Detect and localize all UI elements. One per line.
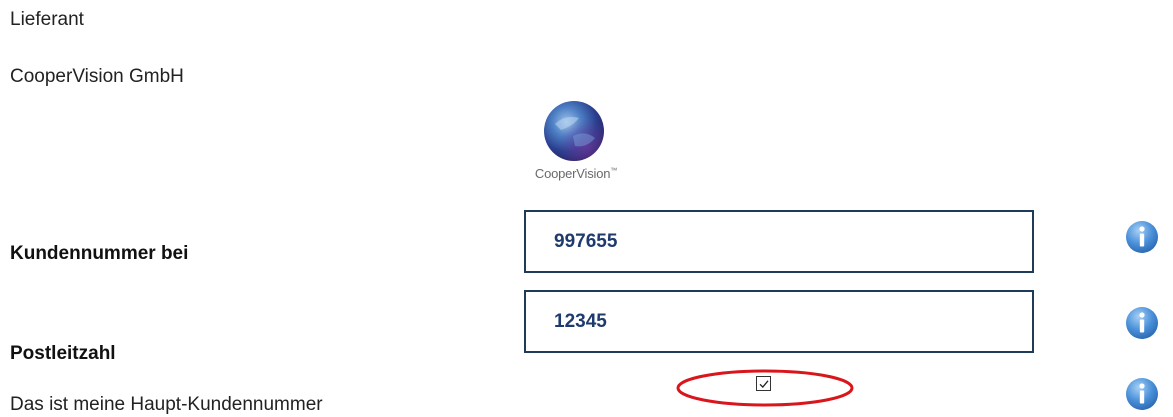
info-icon[interactable] <box>1125 220 1159 254</box>
supplier-name: CooperVision GmbH <box>10 66 184 87</box>
main-customer-number-checkbox[interactable] <box>756 376 771 391</box>
customer-number-label: Kundennummer bei <box>10 243 189 264</box>
supplier-heading: Lieferant <box>10 9 84 30</box>
logo-wordmark: CooperVision™ <box>534 166 618 181</box>
main-customer-number-label: Das ist meine Haupt-Kundennummer <box>10 394 323 415</box>
info-icon[interactable] <box>1125 306 1159 340</box>
customer-number-field[interactable] <box>524 210 1034 273</box>
info-icon[interactable] <box>1125 377 1159 411</box>
postal-code-field[interactable] <box>524 290 1034 353</box>
supplier-logo: CooperVision™ <box>520 100 632 190</box>
globe-logo-icon <box>544 101 604 161</box>
postal-code-label: Postleitzahl <box>10 343 116 364</box>
checkmark-icon <box>759 380 769 388</box>
